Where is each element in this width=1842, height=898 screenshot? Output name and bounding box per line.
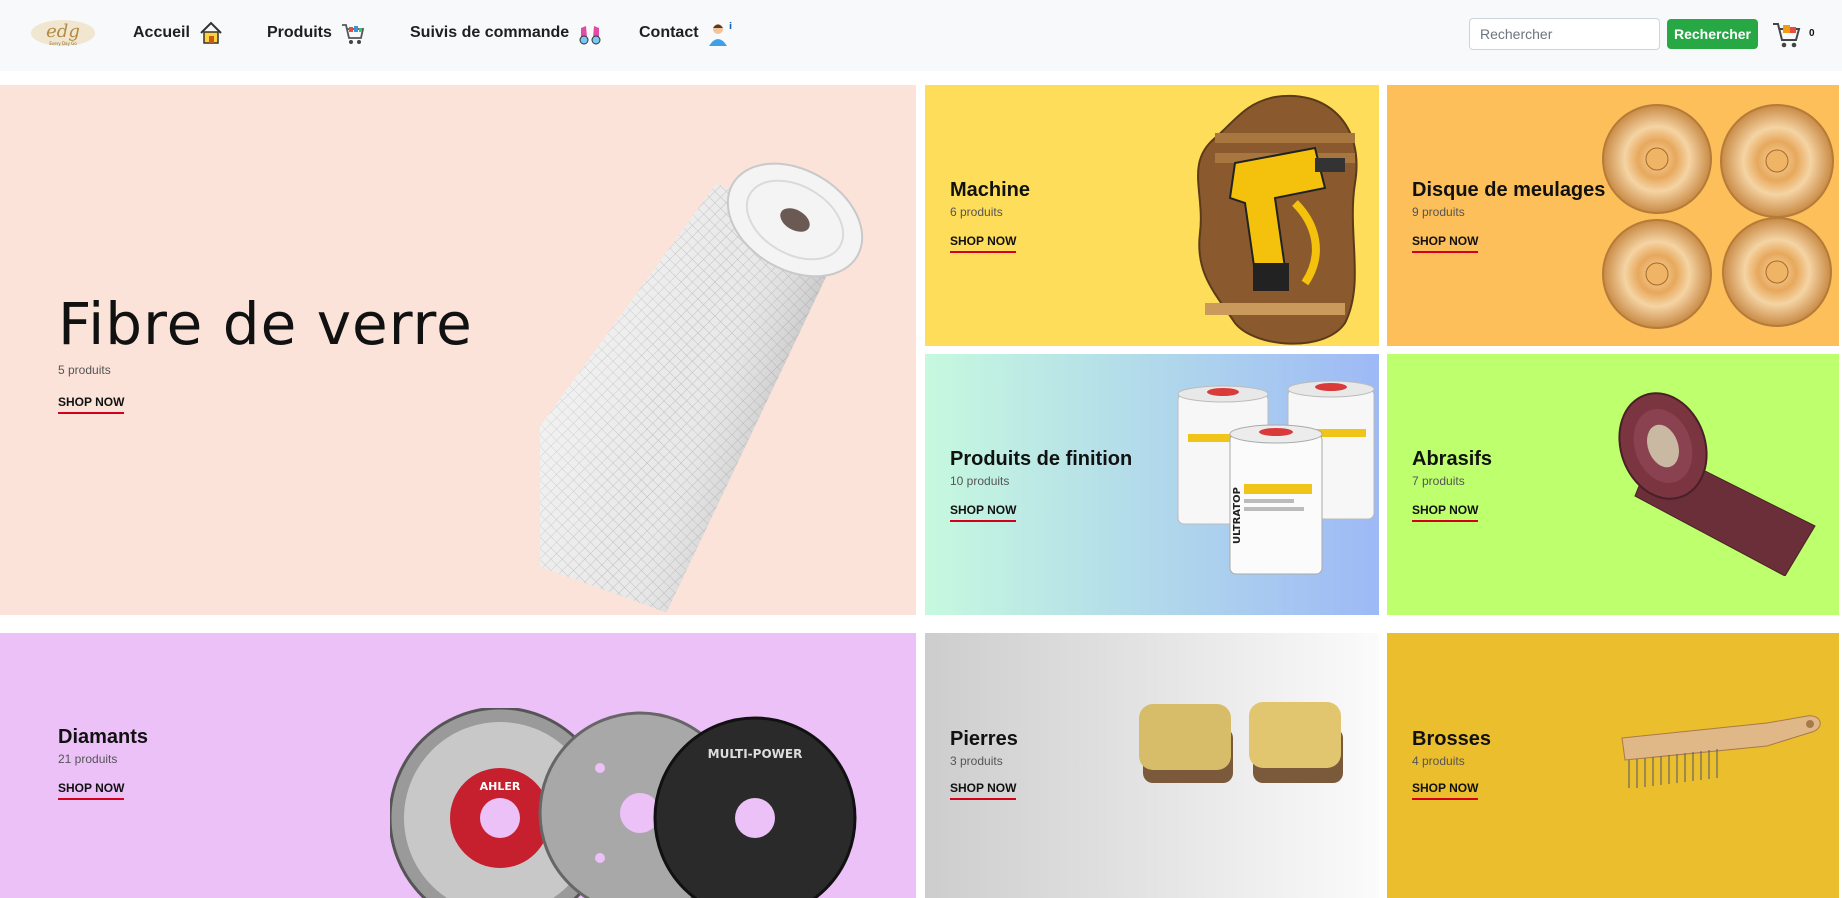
- category-tile-abrasifs[interactable]: Abrasifs 7 produits SHOP NOW: [1387, 354, 1839, 615]
- shopping-cart-icon: [341, 24, 365, 44]
- disc: [1602, 104, 1834, 329]
- product-count: 7 produits: [1412, 474, 1465, 488]
- nav-label-contact: Contact: [639, 24, 699, 41]
- category-tile-fibre-de-verre[interactable]: Fibre de verre 5 produits SHOP NOW: [0, 85, 916, 615]
- product-count: 3 produits: [950, 754, 1003, 768]
- category-tile-brosses[interactable]: Brosses 4 produits SHOP NOW: [1387, 633, 1839, 898]
- nav-item-accueil[interactable]: Accueil: [133, 20, 224, 46]
- blade-name: MULTI-POWER: [708, 747, 803, 761]
- wire-brush-image: [1621, 715, 1821, 788]
- shop-now-link[interactable]: SHOP NOW: [1412, 234, 1479, 253]
- grinding-discs-image: [1602, 104, 1834, 329]
- search-input[interactable]: [1469, 18, 1660, 50]
- product-count: 6 produits: [950, 205, 1003, 219]
- product-count: 9 produits: [1412, 205, 1465, 219]
- product-count: 4 produits: [1412, 754, 1465, 768]
- category-title: Diamants: [58, 726, 149, 748]
- product-count: 5 produits: [58, 363, 111, 377]
- site-header: edg Every Day Go Accueil Produits Suivis…: [0, 0, 1842, 71]
- category-tile-diamants[interactable]: AHLER MULTI-POWER Diamants 21 produits S…: [0, 633, 916, 898]
- svg-text:i: i: [729, 22, 732, 32]
- category-tile-disque-de-meulages[interactable]: Disque de meulages 9 produits SHOP NOW: [1387, 85, 1839, 346]
- product-count: 10 produits: [950, 474, 1010, 488]
- shop-now-link[interactable]: SHOP NOW: [1412, 503, 1479, 522]
- fiberglass-roll-image: [540, 162, 864, 613]
- category-tile-produits-de-finition[interactable]: ULTRATOP Produits de finition 10 produit…: [925, 354, 1379, 615]
- nav-item-contact[interactable]: Contact i: [639, 20, 733, 46]
- category-tile-machine[interactable]: Machine 6 produits SHOP NOW: [925, 85, 1379, 346]
- category-title: Abrasifs: [1412, 448, 1493, 470]
- search-button[interactable]: Rechercher: [1667, 19, 1758, 49]
- paint-cans-image: ULTRATOP: [1177, 380, 1375, 575]
- nav-label-produits: Produits: [267, 24, 332, 41]
- category-title: Pierres: [950, 728, 1018, 750]
- cart-icon[interactable]: [1772, 19, 1802, 49]
- category-title: Machine: [950, 179, 1031, 201]
- category-title: Fibre de verre: [58, 290, 473, 358]
- category-title: Produits de finition: [950, 448, 1133, 470]
- nav-item-suivis[interactable]: Suivis de commande: [410, 20, 603, 46]
- cart-count: 0: [1809, 28, 1815, 39]
- shop-now-link[interactable]: SHOP NOW: [58, 395, 125, 414]
- can-label: ULTRATOP: [1232, 487, 1243, 544]
- shop-now-link[interactable]: SHOP NOW: [950, 234, 1017, 253]
- stone: [1249, 702, 1343, 783]
- nav-label-suivis: Suivis de commande: [410, 24, 570, 41]
- shop-now-link[interactable]: SHOP NOW: [58, 781, 125, 800]
- paint-can: [1229, 424, 1323, 575]
- shop-now-link[interactable]: SHOP NOW: [950, 503, 1017, 522]
- shop-now-link[interactable]: SHOP NOW: [950, 781, 1017, 800]
- category-title: Disque de meulages: [1412, 179, 1606, 201]
- blade-multi-power: MULTI-POWER: [653, 716, 857, 898]
- person-info-icon: i: [708, 22, 732, 46]
- binoculars-icon: [579, 26, 601, 45]
- category-title: Brosses: [1412, 728, 1491, 750]
- blade-brand: AHLER: [480, 780, 521, 793]
- product-count: 21 produits: [58, 752, 118, 766]
- diamond-blades-image: AHLER MULTI-POWER: [390, 708, 857, 898]
- polishing-stones-image: [1139, 702, 1343, 783]
- sandpaper-roll-image: [1618, 392, 1816, 576]
- stone: [1139, 704, 1233, 783]
- power-drill-image: [1197, 94, 1358, 345]
- house-icon: [200, 21, 222, 44]
- nav-label-accueil: Accueil: [133, 24, 190, 41]
- shop-now-link[interactable]: SHOP NOW: [1412, 781, 1479, 800]
- nav-item-produits[interactable]: Produits: [267, 20, 366, 46]
- category-tile-pierres[interactable]: Pierres 3 produits SHOP NOW: [925, 633, 1379, 898]
